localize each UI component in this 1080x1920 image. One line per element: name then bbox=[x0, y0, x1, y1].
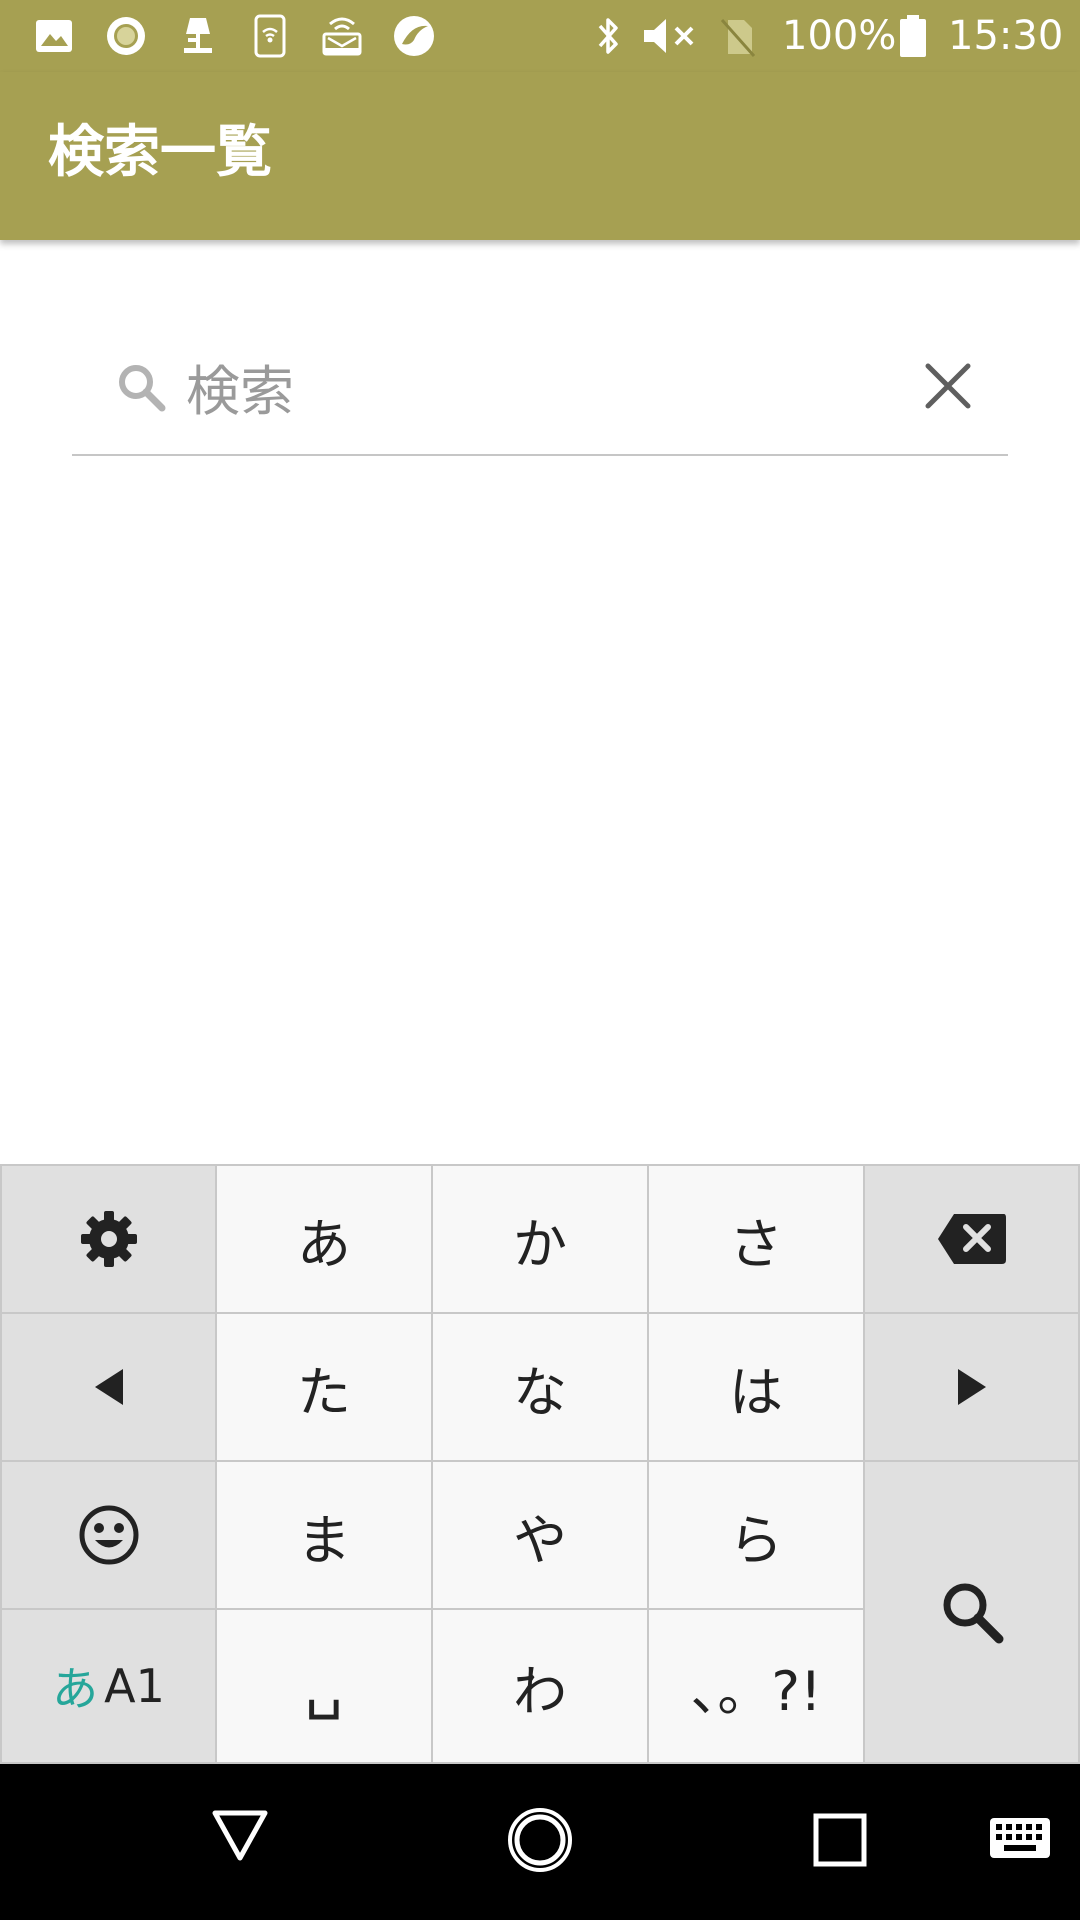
router-icon bbox=[322, 17, 362, 56]
keyboard-settings-key[interactable] bbox=[2, 1166, 215, 1312]
keyboard: あ か さ た な は ま や ら あ A1 ␣ わ 、。?! bbox=[0, 1164, 1080, 1764]
key-sa[interactable]: さ bbox=[649, 1166, 863, 1312]
app-bar: 検索一覧 bbox=[0, 72, 1080, 240]
page-title: 検索一覧 bbox=[48, 120, 272, 185]
settings-icon bbox=[80, 1211, 137, 1267]
status-bar: 100% 15:30 bbox=[0, 0, 1080, 72]
no-sim-icon bbox=[720, 19, 756, 57]
key-ha[interactable]: は bbox=[649, 1314, 863, 1460]
input-mode-key[interactable]: あ A1 bbox=[2, 1610, 215, 1762]
backspace-key[interactable] bbox=[865, 1166, 1078, 1312]
emoji-icon bbox=[79, 1505, 138, 1565]
image-icon bbox=[36, 20, 72, 52]
search-input[interactable] bbox=[184, 350, 968, 432]
navigation-bar bbox=[0, 1764, 1080, 1920]
close-icon[interactable] bbox=[920, 358, 976, 414]
circle-app-icon bbox=[107, 17, 145, 55]
back-icon[interactable] bbox=[210, 1808, 270, 1864]
bluetooth-icon bbox=[598, 18, 618, 54]
wifi-phone-icon bbox=[254, 14, 286, 58]
search-icon bbox=[943, 1583, 1003, 1644]
backspace-icon bbox=[937, 1214, 1006, 1264]
space-label: ␣ bbox=[304, 1651, 344, 1721]
mode-label-latin: A1 bbox=[104, 1659, 165, 1713]
key-ka[interactable]: か bbox=[433, 1166, 647, 1312]
emoji-key[interactable] bbox=[2, 1462, 215, 1608]
lamp-icon bbox=[184, 18, 212, 53]
keyboard-icon[interactable] bbox=[988, 1816, 1052, 1860]
mute-icon bbox=[644, 19, 694, 53]
search-bar bbox=[72, 338, 1008, 456]
key-wa[interactable]: わ bbox=[433, 1610, 647, 1762]
key-na[interactable]: な bbox=[433, 1314, 647, 1460]
home-icon[interactable] bbox=[506, 1806, 574, 1874]
cursor-right-key[interactable] bbox=[865, 1314, 1078, 1460]
space-key[interactable]: ␣ bbox=[217, 1610, 431, 1762]
key-ma[interactable]: ま bbox=[217, 1462, 431, 1608]
mode-label-kana: あ bbox=[52, 1662, 99, 1716]
battery-percent: 100% bbox=[782, 13, 897, 59]
key-ta[interactable]: た bbox=[217, 1314, 431, 1460]
cursor-left-key[interactable] bbox=[2, 1314, 215, 1460]
recents-icon[interactable] bbox=[812, 1812, 868, 1868]
key-a[interactable]: あ bbox=[217, 1166, 431, 1312]
search-icon bbox=[119, 365, 166, 412]
clock: 15:30 bbox=[948, 13, 1064, 59]
key-ra[interactable]: ら bbox=[649, 1462, 863, 1608]
left-arrow-icon bbox=[94, 1369, 123, 1405]
leaf-app-icon bbox=[394, 16, 434, 56]
key-ya[interactable]: や bbox=[433, 1462, 647, 1608]
punctuation-key[interactable]: 、。?! bbox=[649, 1610, 863, 1762]
right-arrow-icon bbox=[957, 1369, 986, 1405]
search-enter-key[interactable] bbox=[865, 1462, 1078, 1762]
battery-icon bbox=[900, 15, 926, 57]
